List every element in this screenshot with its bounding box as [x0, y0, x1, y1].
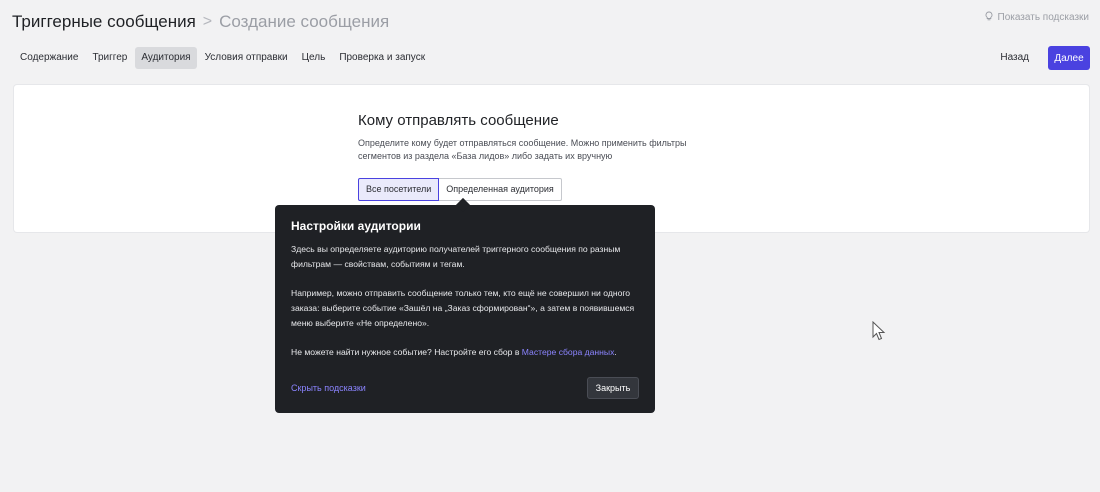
close-popover-button[interactable]: Закрыть	[587, 377, 639, 399]
data-wizard-link[interactable]: Мастере сбора данных	[522, 347, 615, 357]
tab-content[interactable]: Содержание	[14, 47, 84, 69]
popover-paragraph-3-suffix: .	[614, 347, 617, 357]
tab-audience[interactable]: Аудитория	[135, 47, 197, 69]
section-title: Кому отправлять сообщение	[358, 112, 559, 129]
popover-footer: Скрыть подсказки Закрыть	[291, 377, 639, 399]
specific-audience-option[interactable]: Определенная аудитория	[439, 178, 562, 201]
tab-goal[interactable]: Цель	[296, 47, 332, 69]
tab-send-conditions[interactable]: Условия отправки	[199, 47, 294, 69]
lightbulb-icon	[984, 11, 994, 24]
audience-selector: Все посетители Определенная аудитория	[358, 178, 718, 201]
mouse-pointer-icon	[872, 321, 886, 341]
section-description: Определите кому будет отправляться сообщ…	[358, 138, 687, 161]
popover-paragraph-3: Не можете найти нужное событие? Настройт…	[291, 345, 639, 360]
page-title[interactable]: Триггерные сообщения	[12, 12, 196, 32]
audience-section: Кому отправлять сообщение Определите ком…	[358, 112, 718, 201]
page-subtitle: Создание сообщения	[219, 12, 390, 31]
step-tabs: Содержание Триггер Аудитория Условия отп…	[14, 47, 431, 69]
audience-hint-popover: Настройки аудитории Здесь вы определяете…	[275, 197, 655, 413]
breadcrumb-separator: >	[202, 13, 213, 30]
next-button[interactable]: Далее	[1048, 46, 1090, 70]
tab-trigger[interactable]: Триггер	[86, 47, 133, 69]
popover-paragraph-3-text: Не можете найти нужное событие? Настройт…	[291, 347, 522, 357]
show-hints-label: Показать подсказки	[997, 12, 1089, 23]
back-button[interactable]: Назад	[994, 47, 1035, 69]
show-hints-button[interactable]: Показать подсказки	[984, 11, 1089, 24]
tab-review-launch[interactable]: Проверка и запуск	[333, 47, 431, 69]
all-visitors-option[interactable]: Все посетители	[358, 178, 440, 201]
hide-hints-link[interactable]: Скрыть подсказки	[291, 383, 366, 393]
popover-paragraph-1: Здесь вы определяете аудиторию получател…	[291, 244, 621, 269]
popover-paragraph-2: Например, можно отправить сообщение толь…	[291, 288, 635, 328]
popover-title: Настройки аудитории	[291, 219, 421, 233]
page-header: Триггерные сообщения > Создание сообщени…	[12, 10, 389, 34]
